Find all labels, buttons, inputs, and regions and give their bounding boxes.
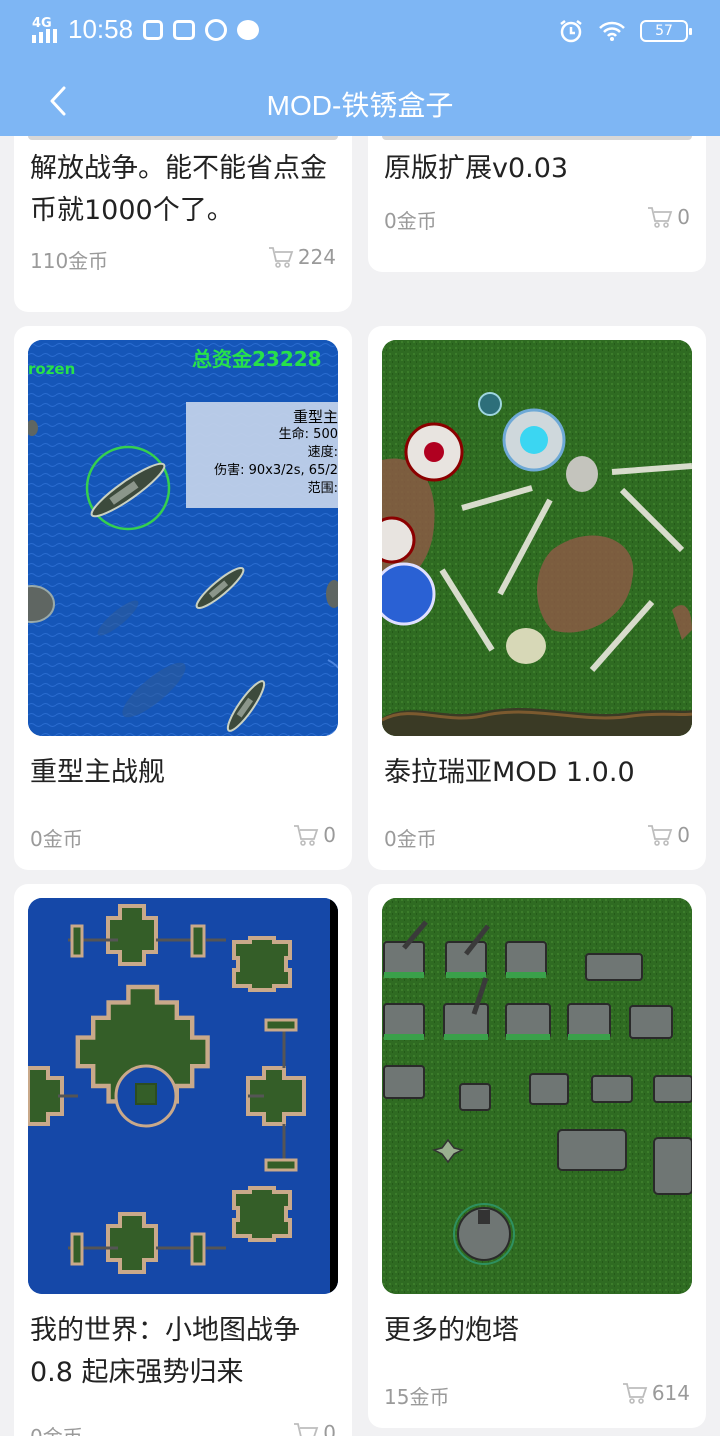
sales-count: 614: [651, 1381, 690, 1405]
unit-info-line: 伤害: 90x3/2s, 65/2: [214, 462, 338, 478]
sales-count: 224: [297, 245, 336, 269]
signal-icon: 4G: [30, 15, 58, 45]
sales-count: 0: [323, 1421, 336, 1436]
mod-title: 原版扩展v0.03: [384, 153, 569, 184]
sync-icon: [205, 18, 228, 41]
mod-title: 我的世界：小地图战争0.8 起床强势归来: [30, 1315, 300, 1388]
status-bar: 4G 10:58 57: [0, 0, 720, 66]
cart-icon: [648, 207, 673, 228]
mod-thumbnail: [382, 340, 692, 736]
mod-title: 更多的炮塔: [384, 1315, 519, 1346]
mod-thumbnail: 总资金23228 rozen 重型主 生命: 500 速度: 伤害: 90x3/…: [28, 340, 338, 736]
cart-icon: [622, 1383, 648, 1404]
mod-card[interactable]: 解放战争。能不能省点金币就1000个了。 110金币 224: [14, 136, 352, 312]
thumbnail-edge: [382, 136, 692, 140]
battery-level: 57: [655, 23, 673, 39]
sales-count: 0: [677, 823, 690, 847]
mod-title: 泰拉瑞亚MOD 1.0.0: [384, 757, 635, 788]
frozen-overlay-text: rozen: [28, 360, 75, 378]
naval-battle-image: 总资金23228 rozen 重型主 生命: 500 速度: 伤害: 90x3/…: [28, 340, 338, 736]
mod-sales: 614: [622, 1381, 690, 1405]
cart-icon: [294, 825, 319, 846]
alarm-icon: [560, 20, 582, 43]
mod-price: 0金币: [384, 209, 437, 233]
terraria-battle-image: [382, 340, 692, 736]
mod-title: 重型主战舰: [30, 757, 165, 788]
battery-indicator: 57: [640, 20, 692, 42]
thumbnail-edge: [28, 136, 338, 140]
mod-price: 0金币: [30, 1421, 83, 1436]
mod-price: 15金币: [384, 1385, 450, 1409]
mod-card[interactable]: 我的世界：小地图战争0.8 起床强势归来 0金币 0: [14, 884, 352, 1436]
mod-meta: 0金币 0: [30, 823, 336, 853]
unit-info-line: 速度:: [308, 444, 338, 460]
page-title: MOD-铁锈盒子: [266, 90, 454, 121]
app-notification-icon: [173, 19, 196, 40]
unit-info-line: 生命: 500: [279, 426, 338, 442]
mod-meta: 110金币 224: [30, 245, 336, 275]
mod-sales: 0: [293, 1421, 336, 1436]
sales-count: 0: [677, 205, 690, 229]
mod-sales: 224: [268, 245, 336, 269]
mod-grid: 解放战争。能不能省点金币就1000个了。 110金币 224 原版扩展v0.03…: [0, 136, 720, 1436]
mod-sales: 0: [293, 823, 336, 847]
mod-card[interactable]: 更多的炮塔 15金币 614: [368, 884, 706, 1428]
money-overlay-text: 总资金23228: [192, 347, 322, 371]
clock: 10:58: [68, 14, 134, 44]
mod-meta: 15金币 614: [384, 1381, 690, 1411]
unit-info-line: 范围:: [308, 481, 338, 496]
unit-info-line: 重型主: [293, 408, 338, 426]
mod-meta: 0金币 0: [30, 1421, 336, 1436]
cart-icon: [294, 1423, 319, 1436]
map-layout-image: [28, 898, 338, 1294]
mod-sales: 0: [647, 823, 690, 847]
sales-count: 0: [323, 823, 336, 847]
mod-thumbnail: [28, 898, 338, 1294]
no-sim-icon: [143, 19, 164, 40]
turrets-image: [382, 898, 692, 1294]
mod-card[interactable]: 总资金23228 rozen 重型主 生命: 500 速度: 伤害: 90x3/…: [14, 326, 352, 870]
mod-sales: 0: [647, 205, 690, 229]
mod-card[interactable]: 泰拉瑞亚MOD 1.0.0 0金币 0: [368, 326, 706, 870]
mod-card[interactable]: 原版扩展v0.03 0金币 0: [368, 136, 706, 272]
mod-price: 110金币: [30, 249, 109, 273]
mod-title: 解放战争。能不能省点金币就1000个了。: [30, 153, 327, 226]
mod-price: 0金币: [30, 827, 83, 851]
wifi-icon: [599, 21, 625, 41]
mod-meta: 0金币 0: [384, 205, 690, 235]
mod-price: 0金币: [384, 827, 437, 851]
chat-icon: [237, 19, 260, 40]
nav-bar: MOD-铁锈盒子: [0, 66, 720, 136]
mod-meta: 0金币 0: [384, 823, 690, 853]
mod-thumbnail: [382, 898, 692, 1294]
cart-icon: [648, 825, 673, 846]
cart-icon: [268, 247, 294, 268]
